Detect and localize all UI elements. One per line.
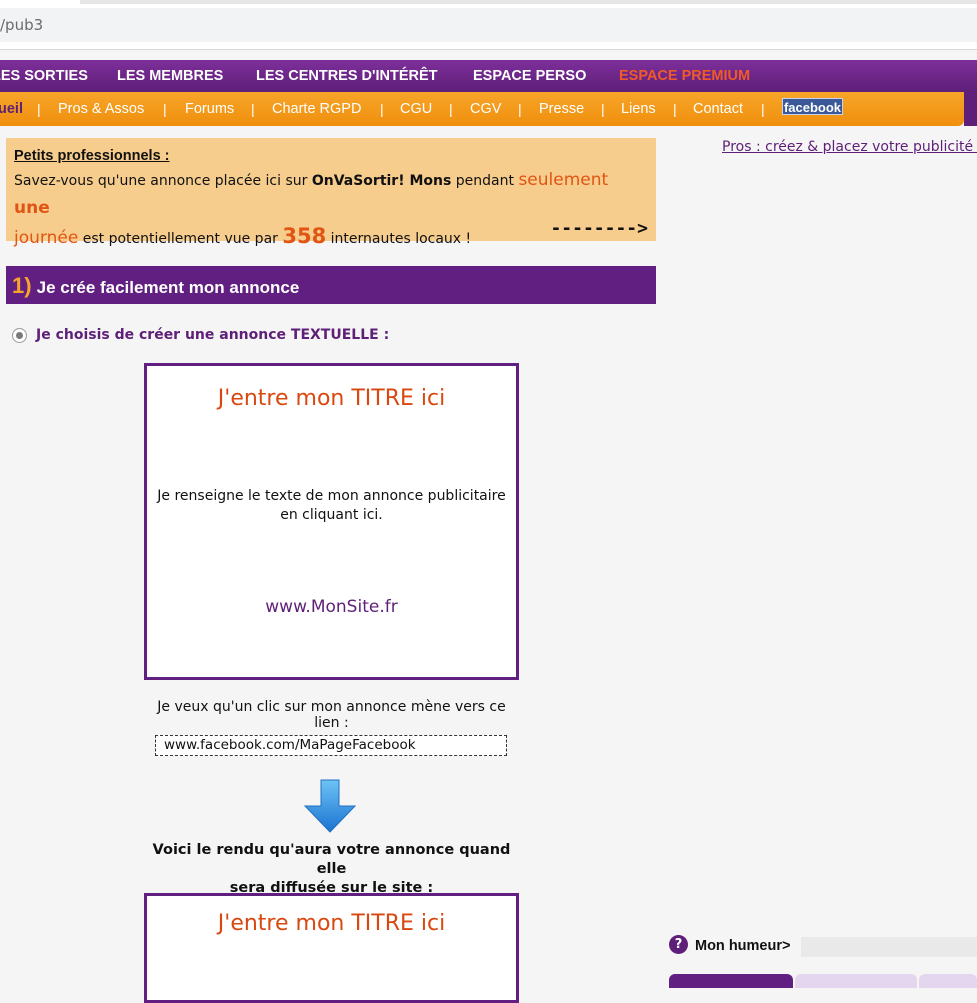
menu-item-sorties[interactable]: LES SORTIES bbox=[0, 60, 88, 92]
sub-menu-pros-assos[interactable]: Pros & Assos bbox=[58, 92, 144, 126]
browser-toolbar: /pub3 bbox=[0, 0, 977, 50]
mood-label: Mon humeur> bbox=[695, 938, 791, 954]
info-highlight: une bbox=[14, 198, 50, 218]
sub-menu-accueil[interactable]: ueil bbox=[0, 92, 23, 126]
menu-separator: | bbox=[518, 101, 522, 117]
radio-text-ad[interactable] bbox=[12, 328, 27, 343]
bottom-tabs bbox=[669, 974, 977, 988]
sub-menu-edge bbox=[964, 92, 977, 126]
section-title: Je crée facilement mon annonce bbox=[36, 278, 300, 297]
menu-item-membres[interactable]: LES MEMBRES bbox=[117, 60, 223, 92]
link-label: Je veux qu'un clic sur mon annonce mène … bbox=[157, 699, 506, 731]
tab-active[interactable] bbox=[669, 974, 793, 988]
ad-text-field[interactable]: Je renseigne le texte de mon annonce pub… bbox=[147, 487, 516, 525]
info-brand: OnVaSortir! Mons bbox=[311, 173, 452, 189]
main-menu: LES SORTIES LES MEMBRES LES CENTRES D'IN… bbox=[0, 60, 977, 92]
menu-separator: | bbox=[761, 101, 765, 117]
info-text-part: internautes locaux ! bbox=[326, 231, 472, 247]
radio-text-ad-label[interactable]: Je choisis de créer une annonce TEXTUELL… bbox=[36, 327, 389, 343]
link-input[interactable]: www.facebook.com/MaPageFacebook bbox=[155, 735, 507, 756]
sub-menu-cgv[interactable]: CGV bbox=[470, 92, 501, 126]
menu-item-espace-perso[interactable]: ESPACE PERSO bbox=[473, 60, 586, 92]
preview-title: J'entre mon TITRE ici bbox=[217, 911, 446, 936]
sub-menu-charte-rgpd[interactable]: Charte RGPD bbox=[272, 92, 361, 126]
address-bar[interactable]: /pub3 bbox=[0, 8, 977, 42]
menu-separator: | bbox=[601, 101, 605, 117]
menu-separator: | bbox=[251, 101, 255, 117]
ad-text-line: en cliquant ici. bbox=[280, 507, 383, 523]
menu-separator: | bbox=[380, 101, 384, 117]
pros-info-box: Petits professionnels : Savez-vous qu'un… bbox=[6, 138, 656, 248]
menu-separator: | bbox=[449, 101, 453, 117]
menu-separator: | bbox=[163, 101, 167, 117]
info-heading: Petits professionnels : bbox=[14, 148, 170, 164]
facebook-button[interactable]: facebook bbox=[782, 98, 843, 115]
info-text-part: Savez-vous qu'une annonce placée ici sur bbox=[14, 173, 312, 189]
info-text: Savez-vous qu'une annonce placée ici sur… bbox=[14, 167, 648, 253]
ad-text-line: Je renseigne le texte de mon annonce pub… bbox=[157, 488, 506, 504]
sub-menu-forums[interactable]: Forums bbox=[185, 92, 234, 126]
sub-menu-cgu[interactable]: CGU bbox=[400, 92, 432, 126]
help-icon[interactable]: ? bbox=[669, 935, 688, 954]
ad-editor-box[interactable]: J'entre mon TITRE ici Je renseigne le te… bbox=[144, 363, 519, 680]
section-header: 1) Je crée facilement mon annonce bbox=[6, 266, 656, 304]
ad-url-field[interactable]: www.MonSite.fr bbox=[147, 597, 516, 617]
menu-item-centres-interet[interactable]: LES CENTRES D'INTÉRÊT bbox=[256, 60, 438, 92]
mood-row: ? Mon humeur> bbox=[669, 934, 977, 958]
pros-advertise-link[interactable]: Pros : créez & placez votre publicité ic… bbox=[722, 139, 977, 155]
menu-separator: | bbox=[673, 101, 677, 117]
info-text-part: pendant bbox=[451, 173, 519, 189]
ad-title-field[interactable]: J'entre mon TITRE ici bbox=[147, 386, 516, 411]
sub-menu-presse[interactable]: Presse bbox=[539, 92, 584, 126]
preview-label: Voici le rendu qu'aura votre annonce qua… bbox=[144, 841, 519, 898]
browser-tab-edge bbox=[80, 0, 977, 4]
sub-menu-contact[interactable]: Contact bbox=[693, 92, 743, 126]
info-arrow-link[interactable]: --------> bbox=[550, 218, 648, 239]
info-text-part: est potentiellement vue par bbox=[78, 231, 283, 247]
down-arrow-icon bbox=[303, 779, 357, 833]
ad-preview-box: J'entre mon TITRE ici bbox=[144, 893, 519, 1003]
info-visitor-count: 358 bbox=[282, 224, 327, 248]
tab[interactable] bbox=[795, 974, 917, 988]
mood-input[interactable] bbox=[801, 937, 977, 957]
info-highlight: journée bbox=[14, 228, 79, 248]
menu-item-espace-premium[interactable]: ESPACE PREMIUM bbox=[619, 60, 750, 92]
section-number: 1) bbox=[12, 273, 32, 298]
menu-separator: | bbox=[37, 101, 41, 117]
sub-menu-liens[interactable]: Liens bbox=[621, 92, 656, 126]
tab[interactable] bbox=[919, 974, 977, 988]
info-highlight: seulement bbox=[518, 170, 609, 190]
preview-label-line: Voici le rendu qu'aura votre annonce qua… bbox=[152, 842, 511, 877]
